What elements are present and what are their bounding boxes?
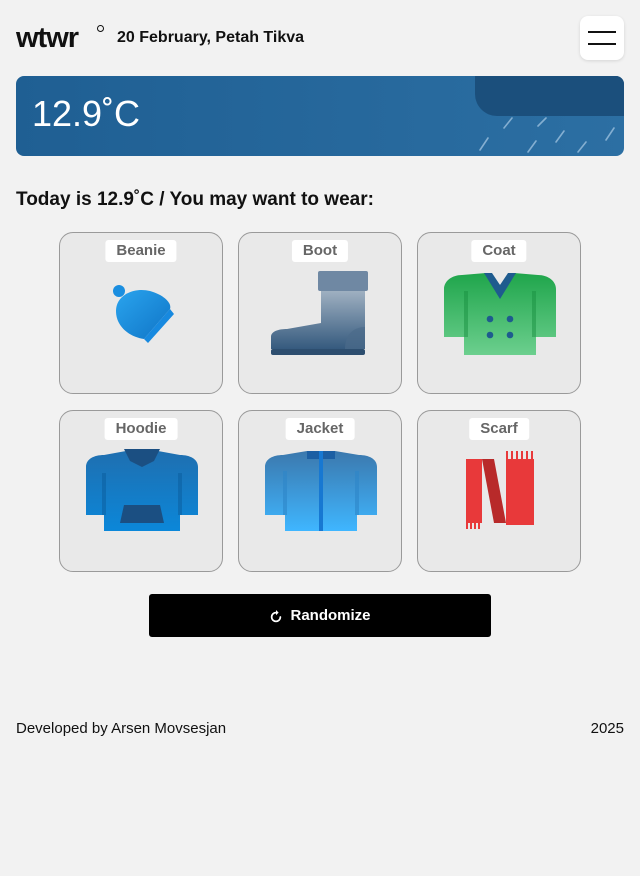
scarf-icon [466, 451, 534, 529]
beanie-icon [113, 285, 174, 343]
hoodie-icon [86, 449, 198, 531]
logo[interactable]: wtwr [16, 24, 79, 53]
date-location: 20 February, Petah Tikva [117, 29, 305, 46]
footer-credit: Developed by Arsen Movsesjan [16, 720, 227, 737]
refresh-icon [271, 610, 282, 623]
randomize-button[interactable]: Randomize [149, 594, 491, 637]
clothing-card-coat[interactable]: Coat [417, 232, 581, 394]
clothing-card-hoodie[interactable]: Hoodie [59, 410, 223, 572]
card-label: Coat [471, 240, 527, 262]
boot-icon [271, 271, 368, 355]
logo-degree-mark [97, 25, 104, 32]
card-label: Scarf [469, 418, 529, 440]
card-label: Hoodie [104, 418, 178, 440]
card-label: Jacket [285, 418, 355, 440]
rain-icon [479, 117, 615, 153]
menu-button[interactable] [580, 16, 624, 60]
footer-year: 2025 [590, 720, 624, 737]
header: wtwr 20 February, Petah Tikva [16, 16, 624, 60]
menu-line [588, 43, 616, 45]
card-label: Beanie [105, 240, 177, 262]
clothing-card-boot[interactable]: Boot [238, 232, 402, 394]
jacket-icon [265, 451, 377, 531]
card-label: Boot [291, 240, 349, 262]
menu-line [588, 31, 616, 33]
clothing-card-beanie[interactable]: Beanie [59, 232, 223, 394]
coat-icon [444, 273, 556, 355]
temperature-banner: 12.9˚C [16, 76, 624, 156]
clothing-grid: Beanie Boot Coat Hoodie Jacket Scarf [59, 232, 581, 574]
randomize-label: Randomize [290, 607, 371, 624]
temperature-value: 12.9˚C [32, 93, 141, 134]
clothing-card-jacket[interactable]: Jacket [238, 410, 402, 572]
recommendation-heading: Today is 12.9˚C / You may want to wear: [16, 189, 374, 210]
clothing-card-scarf[interactable]: Scarf [417, 410, 581, 572]
